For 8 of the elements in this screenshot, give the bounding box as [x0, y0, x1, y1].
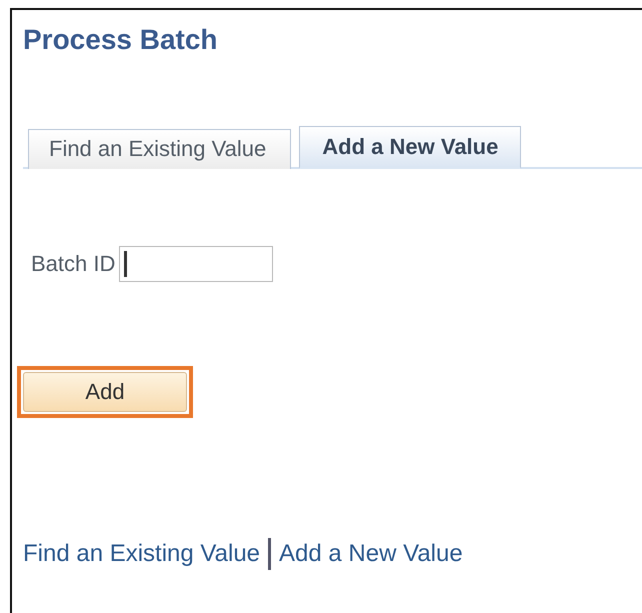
tab[interactable]: Find an Existing Value	[28, 129, 292, 169]
input-field[interactable]	[119, 246, 274, 282]
page-title: Process Batch	[23, 24, 219, 57]
tab[interactable]: Add a New Value	[299, 126, 522, 169]
link[interactable]: Find an Existing Value	[23, 540, 260, 568]
field-label: Batch ID	[31, 251, 116, 277]
add-button[interactable]: Add	[23, 372, 187, 412]
link[interactable]: Add a New Value	[279, 540, 463, 568]
